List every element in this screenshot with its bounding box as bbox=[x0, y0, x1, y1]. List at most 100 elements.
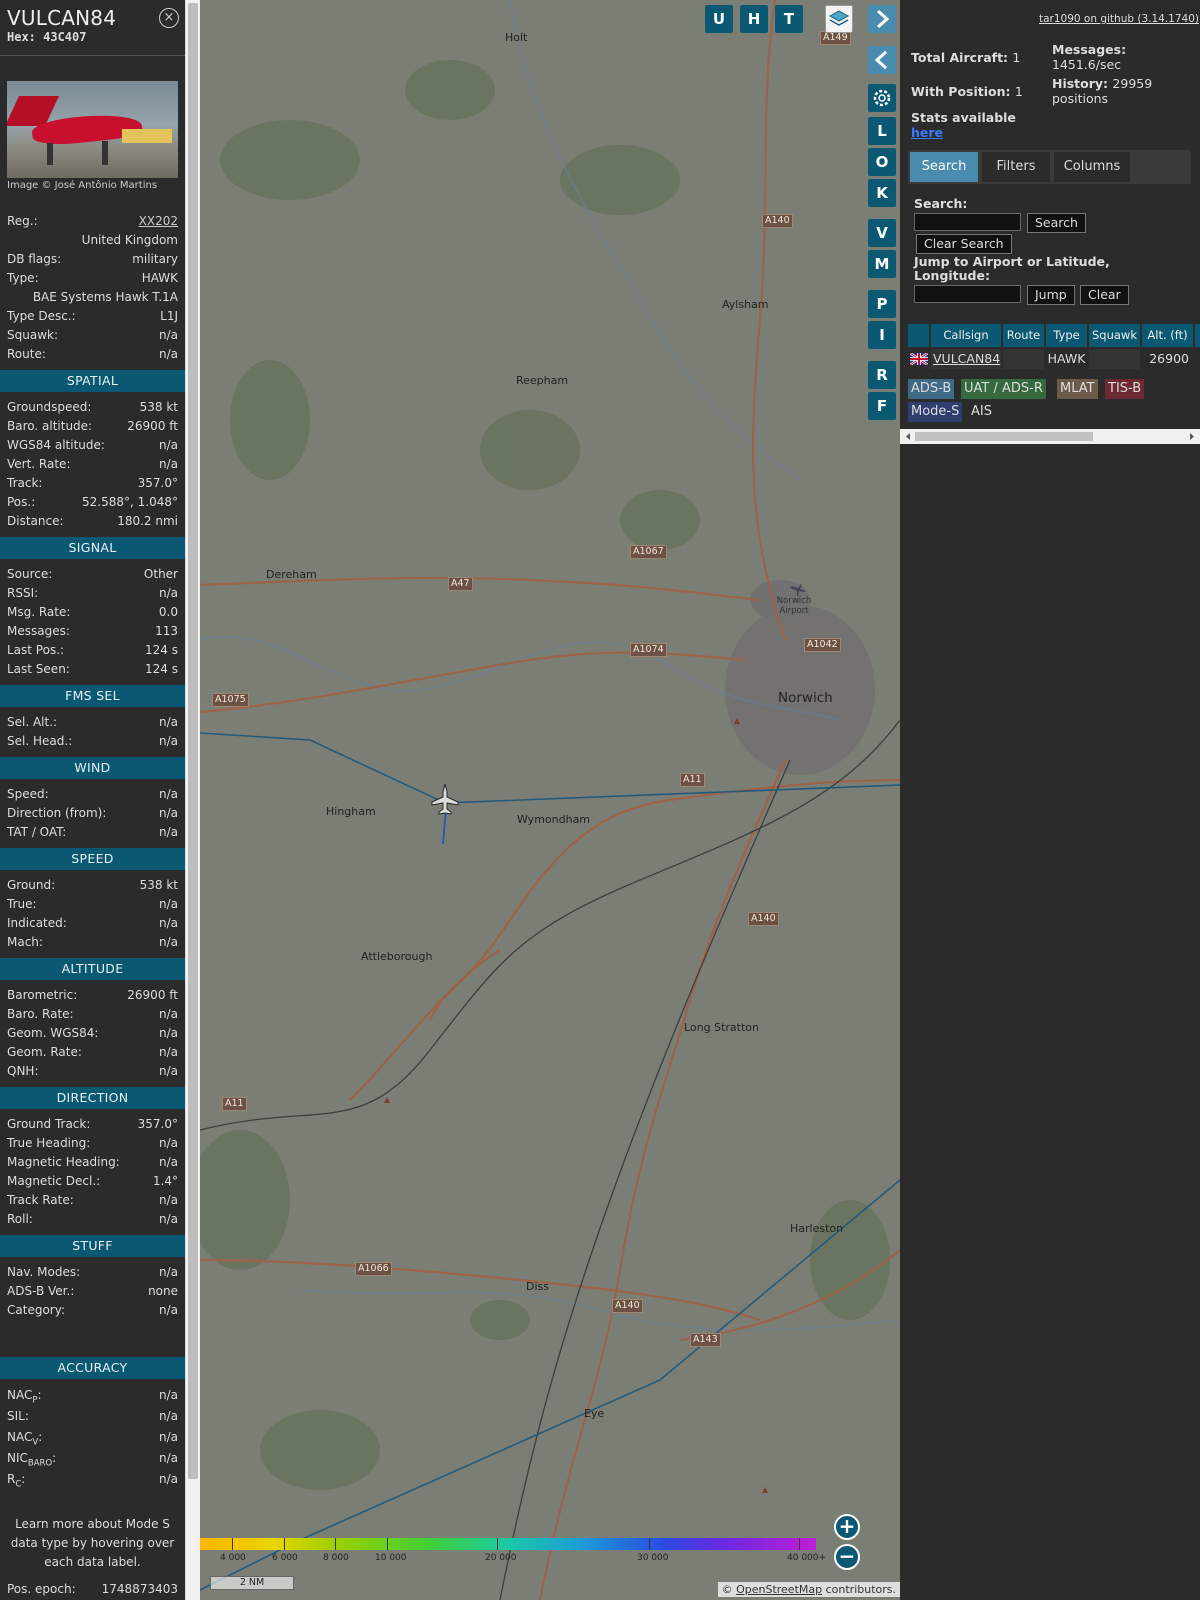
search-button[interactable]: Search bbox=[1027, 213, 1086, 233]
layers-icon[interactable] bbox=[825, 5, 853, 33]
map-button-f[interactable]: F bbox=[868, 392, 896, 420]
section-header-direction[interactable]: DIRECTION bbox=[0, 1087, 185, 1109]
map-button-u[interactable]: U bbox=[705, 5, 733, 33]
table-row-callsign[interactable]: VULCAN84 bbox=[931, 349, 1001, 369]
table-horizontal-scrollbar[interactable] bbox=[900, 429, 1200, 444]
search-label: Search: bbox=[914, 196, 968, 211]
map-button-m[interactable]: M bbox=[868, 250, 896, 278]
table-header-callsign[interactable]: Callsign bbox=[931, 324, 1001, 347]
detail-row: TAT / OAT: n/a bbox=[0, 823, 185, 842]
road-shield: A11 bbox=[680, 773, 705, 787]
source-tag-mlat[interactable]: MLAT bbox=[1057, 379, 1098, 399]
source-tag-tisb[interactable]: TIS-B bbox=[1105, 379, 1145, 399]
row-value: 52.588°, 1.048° bbox=[82, 495, 178, 509]
section-header-accuracy[interactable]: ACCURACY bbox=[0, 1357, 185, 1379]
table-header-type[interactable]: Type bbox=[1046, 324, 1087, 347]
section-header-spatial[interactable]: SPATIAL bbox=[0, 370, 185, 392]
map-button-p[interactable]: P bbox=[868, 290, 896, 318]
map-canvas[interactable]: Holt Aylsham Reepham Dereham Norwich Norwich … bbox=[200, 0, 900, 1600]
info-scrollbar-thumb[interactable] bbox=[188, 3, 198, 1479]
table-row-squawk bbox=[1089, 349, 1140, 369]
map-button-l[interactable]: L bbox=[868, 117, 896, 145]
row-label: RC: bbox=[7, 1472, 26, 1490]
tab-filters[interactable]: Filters bbox=[982, 152, 1050, 182]
row-value: 180.2 nmi bbox=[117, 514, 178, 528]
place-label: Dereham bbox=[266, 568, 317, 581]
close-icon[interactable]: × bbox=[159, 8, 179, 28]
road-shield: A143 bbox=[690, 1333, 721, 1347]
row-label: Sel. Alt.: bbox=[7, 715, 58, 729]
jump-button[interactable]: Jump bbox=[1027, 285, 1075, 305]
row-label: WGS84 altitude: bbox=[7, 438, 105, 452]
row-value: n/a bbox=[158, 1472, 178, 1486]
row-value: n/a bbox=[158, 347, 178, 361]
section-header-speed[interactable]: SPEED bbox=[0, 848, 185, 870]
source-tag-adsb[interactable]: ADS-B bbox=[908, 379, 955, 399]
row-label: ADS-B Ver.: bbox=[7, 1284, 75, 1298]
section-header-signal[interactable]: SIGNAL bbox=[0, 537, 185, 559]
map-button-h[interactable]: H bbox=[740, 5, 768, 33]
road-shield: A1074 bbox=[630, 643, 667, 657]
detail-row: Source: Other bbox=[0, 565, 185, 584]
row-label: DB flags: bbox=[7, 252, 62, 266]
registration-link[interactable]: XX202 bbox=[139, 212, 178, 231]
map-button-k[interactable]: K bbox=[868, 179, 896, 207]
table-header-altitude[interactable]: Alt. (ft) bbox=[1142, 324, 1193, 347]
scale-bar: 2 NM bbox=[210, 1576, 294, 1590]
road-shield: A149 bbox=[820, 31, 851, 45]
road-shield: A140 bbox=[748, 912, 779, 926]
row-value: 1.4° bbox=[152, 1174, 178, 1188]
accuracy-section: ACCURACY NACP: n/a SIL: n/a NACV: n/a NICBARO: n… bbox=[0, 1357, 185, 1490]
clear-jump-button[interactable]: Clear bbox=[1080, 285, 1129, 305]
map-attribution: © OpenStreetMap contributors. bbox=[717, 1582, 900, 1597]
jump-input[interactable] bbox=[914, 285, 1021, 303]
row-label: Roll: bbox=[7, 1212, 33, 1226]
section-header-fms-sel[interactable]: FMS SEL bbox=[0, 685, 185, 707]
section-header-stuff[interactable]: STUFF bbox=[0, 1235, 185, 1257]
map-button-i[interactable]: I bbox=[868, 321, 896, 349]
map-button-v[interactable]: V bbox=[868, 219, 896, 247]
info-scrollbar[interactable] bbox=[185, 0, 200, 1600]
collapse-sidebar-button[interactable] bbox=[868, 46, 896, 74]
table-header-route[interactable]: Route bbox=[1003, 324, 1044, 347]
map-button-t[interactable]: T bbox=[775, 5, 803, 33]
table-header-squawk[interactable]: Squawk bbox=[1089, 324, 1140, 347]
stats-link[interactable]: here bbox=[911, 125, 943, 140]
place-label: Aylsham bbox=[722, 298, 769, 311]
source-tag-modes[interactable]: Mode-S bbox=[908, 402, 963, 422]
search-input[interactable] bbox=[914, 213, 1021, 231]
osm-link[interactable]: OpenStreetMap bbox=[736, 1583, 822, 1596]
legend-tick bbox=[335, 1538, 336, 1550]
row-value: n/a bbox=[158, 1026, 178, 1040]
expand-sidebar-button[interactable] bbox=[868, 5, 896, 33]
aircraft-photo[interactable] bbox=[7, 81, 178, 178]
source-tag-ais[interactable]: AIS bbox=[968, 402, 995, 422]
detail-row: Pos.: 52.588°, 1.048° bbox=[0, 493, 185, 512]
table-scrollbar-thumb[interactable] bbox=[915, 432, 1093, 441]
section-header-altitude[interactable]: ALTITUDE bbox=[0, 958, 185, 980]
row-label: Baro. Rate: bbox=[7, 1007, 74, 1021]
github-link[interactable]: tar1090 on github (3.14.1740) bbox=[1039, 13, 1199, 25]
settings-gear-icon[interactable] bbox=[868, 84, 896, 112]
clear-search-button[interactable]: Clear Search bbox=[916, 234, 1012, 254]
detail-row: Indicated: n/a bbox=[0, 914, 185, 933]
zoom-in-button[interactable]: + bbox=[834, 1514, 860, 1540]
detail-row: Track Rate: n/a bbox=[0, 1191, 185, 1210]
pos-epoch-value: 1748873403 bbox=[101, 1582, 178, 1596]
section-header-wind[interactable]: WIND bbox=[0, 757, 185, 779]
detail-row: Last Seen: 124 s bbox=[0, 660, 185, 679]
table-row-altitude: 26900 bbox=[1142, 349, 1193, 369]
map-button-o[interactable]: O bbox=[868, 148, 896, 176]
map-button-r[interactable]: R bbox=[868, 361, 896, 389]
aircraft-row: Route: n/a bbox=[0, 345, 185, 364]
tab-search[interactable]: Search bbox=[910, 152, 978, 182]
table-row-type: HAWK bbox=[1046, 349, 1087, 369]
tab-columns[interactable]: Columns bbox=[1054, 152, 1130, 182]
uk-flag-icon bbox=[908, 349, 929, 369]
row-value: United Kingdom bbox=[81, 233, 178, 247]
source-tag-uat-adsr[interactable]: UAT / ADS-R bbox=[961, 379, 1046, 399]
accuracy-row: SIL: n/a bbox=[0, 1406, 185, 1427]
zoom-out-button[interactable]: − bbox=[834, 1544, 860, 1570]
legend-tick-label: 4 000 bbox=[220, 1553, 246, 1563]
panel-tabs: Search Filters Columns bbox=[908, 150, 1191, 184]
